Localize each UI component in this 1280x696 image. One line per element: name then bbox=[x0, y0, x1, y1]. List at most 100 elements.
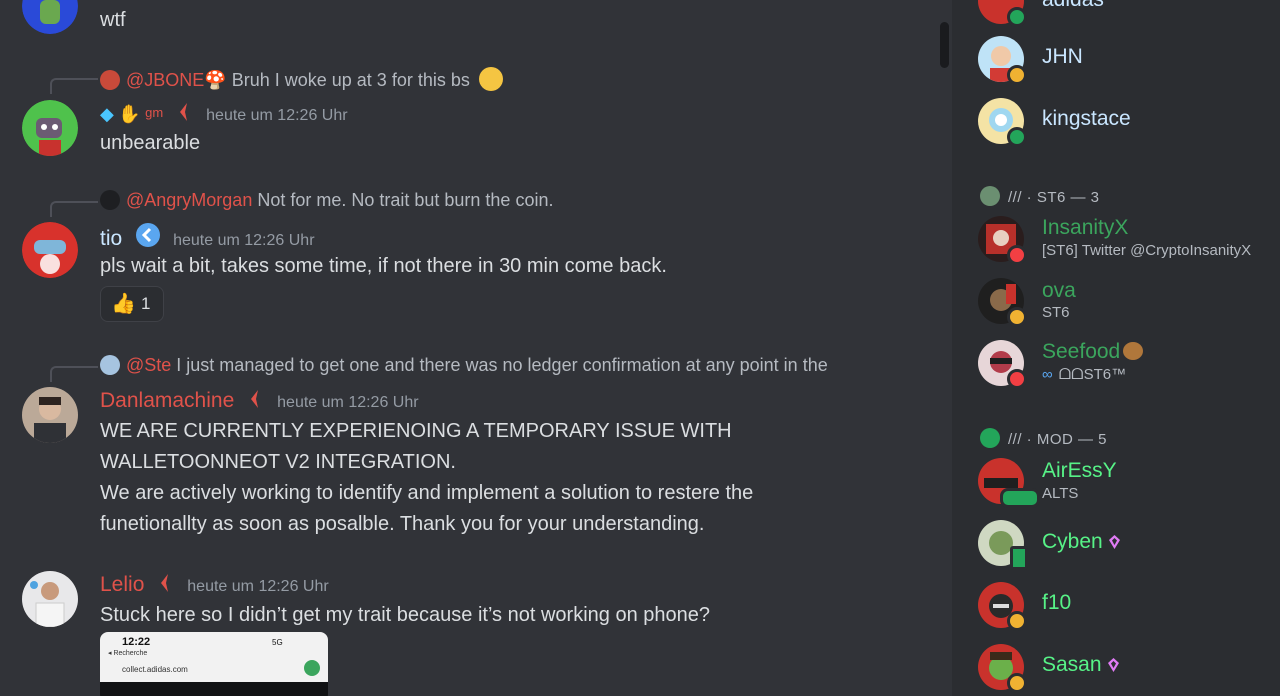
mobile-status-icon bbox=[1010, 546, 1028, 570]
reply-text: Bruh I woke up at 3 for this bs bbox=[226, 70, 470, 90]
member-name[interactable]: adidas bbox=[1042, 0, 1104, 12]
st6-role-icon bbox=[980, 186, 1000, 206]
chat-area: wtf @JBONE🍄 Bruh I woke up at 3 for this… bbox=[0, 0, 952, 696]
avatar[interactable] bbox=[22, 0, 78, 34]
gem-icon: ◆ bbox=[100, 104, 114, 124]
reply-mention[interactable]: @Ste bbox=[126, 355, 171, 375]
role-section-header: /// · ST6 — 3 bbox=[980, 186, 1100, 206]
attachment-back-label: ◂ Recherche bbox=[108, 650, 148, 657]
status-dnd-icon bbox=[1007, 245, 1027, 265]
section-label: /// · MOD — 5 bbox=[1008, 431, 1108, 448]
timestamp: heute um 12:26 Uhr bbox=[187, 578, 329, 595]
timestamp: heute um 12:26 Uhr bbox=[277, 394, 419, 411]
reply-text: Not for me. No trait but burn the coin. bbox=[252, 190, 554, 210]
member-name[interactable]: Seefood bbox=[1042, 340, 1144, 364]
member-name[interactable]: InsanityX bbox=[1042, 216, 1128, 240]
attachment-signal: 5G bbox=[272, 638, 283, 647]
image-attachment[interactable]: 12:22 ◂ Recherche 5G collect.adidas.com bbox=[100, 632, 328, 696]
member-name[interactable]: AirEssY bbox=[1042, 459, 1117, 483]
message-line: funetionallty as soon as posalble. Thank… bbox=[100, 513, 705, 535]
frowning-face-icon bbox=[478, 67, 503, 91]
member-avatar[interactable] bbox=[978, 98, 1027, 147]
reply-connector bbox=[50, 201, 98, 217]
member-avatar[interactable] bbox=[978, 458, 1040, 508]
status-idle-icon bbox=[1007, 611, 1027, 631]
member-avatar[interactable] bbox=[978, 520, 1028, 570]
member-custom-status: ST6 bbox=[1042, 304, 1070, 321]
section-label: /// · ST6 — 3 bbox=[1008, 189, 1100, 206]
member-avatar[interactable] bbox=[978, 582, 1027, 631]
message-content: pls wait a bit, takes some time, if not … bbox=[100, 255, 667, 277]
avatar[interactable] bbox=[22, 387, 78, 443]
reply-preview[interactable]: @JBONE🍄 Bruh I woke up at 3 for this bs bbox=[100, 67, 503, 91]
reply-mention[interactable]: @JBONE bbox=[126, 70, 204, 90]
member-avatar[interactable] bbox=[978, 36, 1027, 85]
nitro-boost-icon bbox=[1107, 658, 1119, 672]
avatar[interactable] bbox=[22, 100, 78, 156]
status-idle-icon bbox=[1007, 65, 1027, 85]
member-custom-status: ALTS bbox=[1042, 485, 1079, 502]
member-name[interactable]: ova bbox=[1042, 279, 1076, 303]
user-tag: gm bbox=[145, 105, 164, 120]
member-custom-status: ∞ ᗝᗝST6™ bbox=[1042, 366, 1126, 383]
reply-preview[interactable]: @AngryMorgan Not for me. No trait but bu… bbox=[100, 190, 553, 211]
avatar[interactable] bbox=[22, 222, 78, 278]
message-content: wtf bbox=[100, 9, 126, 31]
browser-icon bbox=[304, 660, 320, 676]
avatar[interactable] bbox=[22, 571, 78, 627]
reaction-button[interactable]: 👍 1 bbox=[100, 286, 164, 322]
message-header: ◆ ✋ gm heute um 12:26 Uhr bbox=[100, 101, 348, 128]
reply-connector bbox=[50, 366, 98, 382]
tio-badge-icon bbox=[135, 222, 161, 253]
member-name[interactable]: kingstace bbox=[1042, 107, 1131, 131]
streaming-status-icon bbox=[1000, 488, 1040, 508]
mod-role-icon bbox=[980, 428, 1000, 448]
status-dnd-icon bbox=[1007, 369, 1027, 389]
member-name[interactable]: f10 bbox=[1042, 591, 1071, 615]
status-idle-icon bbox=[1007, 307, 1027, 327]
status-online-icon bbox=[1007, 7, 1027, 27]
member-name[interactable]: Cyben bbox=[1042, 530, 1120, 554]
member-custom-status: [ST6] Twitter @CryptoInsanityX bbox=[1042, 242, 1252, 259]
timestamp: heute um 12:26 Uhr bbox=[206, 107, 348, 124]
username[interactable]: Lelio bbox=[100, 573, 144, 596]
status-idle-icon bbox=[1007, 673, 1027, 693]
reply-connector bbox=[50, 78, 98, 94]
member-name[interactable]: Sasan bbox=[1042, 653, 1119, 677]
member-name-text: Sasan bbox=[1042, 653, 1102, 676]
reaction-count: 1 bbox=[141, 294, 151, 313]
timestamp: heute um 12:26 Uhr bbox=[173, 232, 315, 249]
member-avatar[interactable] bbox=[978, 340, 1027, 389]
mushroom-emoji-icon: 🍄 bbox=[204, 70, 227, 90]
scrollbar-thumb[interactable] bbox=[940, 22, 949, 68]
message-line: WE ARE CURRENTLY EXPERIENOING A TEMPORAR… bbox=[100, 420, 732, 442]
member-avatar[interactable] bbox=[978, 644, 1027, 693]
member-name-text: Cyben bbox=[1042, 530, 1103, 553]
attachment-url: collect.adidas.com bbox=[122, 665, 188, 674]
server-badge-icon bbox=[176, 101, 194, 128]
rock-hand-icon: ✋ bbox=[118, 104, 141, 124]
message-content: unbearable bbox=[100, 132, 201, 154]
member-avatar[interactable] bbox=[978, 216, 1027, 265]
member-name[interactable]: JHN bbox=[1042, 45, 1083, 69]
attachment-time: 12:22 bbox=[122, 636, 151, 648]
link-icon: ∞ bbox=[1042, 366, 1053, 383]
message-content: Stuck here so I didn’t get my trait beca… bbox=[100, 604, 710, 626]
nitro-boost-icon bbox=[1108, 535, 1120, 549]
reply-avatar bbox=[100, 70, 120, 90]
member-avatar[interactable] bbox=[978, 278, 1027, 327]
reply-avatar bbox=[100, 190, 120, 210]
username[interactable]: tio bbox=[100, 227, 122, 250]
member-name-text: Seefood bbox=[1042, 340, 1121, 363]
reply-preview[interactable]: @Ste I just managed to get one and there… bbox=[100, 355, 828, 376]
reply-mention[interactable]: @AngryMorgan bbox=[126, 190, 252, 210]
message-header: Lelio heute um 12:26 Uhr bbox=[100, 572, 329, 599]
username[interactable]: Danlamachine bbox=[100, 389, 234, 412]
message-header: tio heute um 12:26 Uhr bbox=[100, 222, 315, 253]
message-line: We are actively working to identify and … bbox=[100, 482, 754, 504]
reply-text: I just managed to get one and there was … bbox=[171, 355, 828, 375]
bear-emoji-icon bbox=[1123, 342, 1144, 360]
reply-avatar bbox=[100, 355, 120, 375]
server-badge-icon bbox=[247, 388, 265, 415]
message-header: Danlamachine heute um 12:26 Uhr bbox=[100, 388, 419, 415]
